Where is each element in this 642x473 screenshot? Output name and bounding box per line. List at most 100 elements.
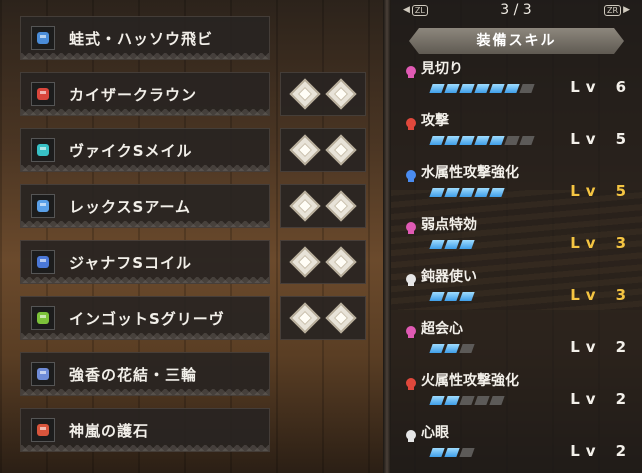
skill-icon: [403, 428, 419, 444]
skill-name: 火属性攻撃強化: [421, 373, 519, 389]
skill-row[interactable]: 水属性攻撃強化 Lv 5: [391, 158, 642, 210]
skill-icon: [403, 64, 419, 80]
gauge-segment: [519, 136, 535, 145]
level-label: Lv: [570, 338, 602, 356]
skill-icon: [403, 220, 419, 236]
gauge-segment: [444, 240, 460, 249]
decoration-slot-icon[interactable]: [325, 134, 357, 166]
skill-panel: ◀ ZL 3 / 3 ZR ▶ 装備スキル 見切り Lv 6 攻撃 Lv 5 水属性攻撃強化 Lv…: [391, 0, 642, 473]
row-pattern: [21, 445, 269, 451]
level-value: 2: [615, 390, 632, 408]
skill-row[interactable]: 火属性攻撃強化 Lv 2: [391, 366, 642, 418]
skill-level-gauge: [429, 84, 535, 93]
skill-icon: [403, 116, 419, 132]
decoration-slot-icon[interactable]: [325, 78, 357, 110]
level-label: Lv: [570, 78, 602, 96]
gauge-segment: [459, 292, 475, 301]
decoration-slot-icon[interactable]: [289, 78, 321, 110]
gauge-segment: [459, 344, 475, 353]
row-pattern: [21, 53, 269, 59]
gauge-segment: [459, 188, 475, 197]
skill-row[interactable]: 超会心 Lv 2: [391, 314, 642, 366]
leg-armor-icon: [31, 306, 55, 330]
page-indicator: ◀ ZL 3 / 3 ZR ▶: [391, 0, 642, 20]
gauge-segment: [489, 84, 505, 93]
skill-row[interactable]: 攻撃 Lv 5: [391, 106, 642, 158]
gauge-segment: [429, 344, 445, 353]
skill-row[interactable]: 鈍器使い Lv 3: [391, 262, 642, 314]
gauge-segment: [489, 136, 505, 145]
charm-icon: [31, 418, 55, 442]
page-number: 3 / 3: [500, 2, 532, 18]
waist-armor-icon: [31, 250, 55, 274]
decoration-slots[interactable]: [280, 184, 366, 228]
level-value: 2: [615, 338, 632, 356]
skill-name: 心眼: [421, 425, 449, 441]
equipment-row[interactable]: インゴットSグリーヴ: [20, 296, 270, 340]
equipment-name: ジャナフSコイル: [69, 253, 193, 272]
equipment-row[interactable]: 強香の花結・三輪: [20, 352, 270, 396]
prev-page-button[interactable]: ◀ ZL: [403, 4, 428, 16]
skill-row[interactable]: 心眼 Lv 2: [391, 418, 642, 470]
skill-level: Lv 5: [570, 182, 632, 200]
skill-name: 鈍器使い: [421, 269, 477, 285]
decoration-slots[interactable]: [280, 296, 366, 340]
gauge-segment: [519, 84, 535, 93]
level-label: Lv: [570, 442, 602, 460]
skill-name: 攻撃: [421, 113, 449, 129]
skill-level-gauge: [429, 448, 475, 457]
gauge-segment: [429, 292, 445, 301]
decoration-slot-icon[interactable]: [325, 246, 357, 278]
gauge-segment: [459, 240, 475, 249]
gauge-segment: [444, 136, 460, 145]
gauge-segment: [504, 84, 520, 93]
decoration-slots[interactable]: [280, 128, 366, 172]
level-label: Lv: [570, 234, 602, 252]
skill-icon: [403, 168, 419, 184]
skill-name: 水属性攻撃強化: [421, 165, 519, 181]
skill-level: Lv 2: [570, 338, 632, 356]
gauge-segment: [429, 84, 445, 93]
level-label: Lv: [570, 130, 602, 148]
skill-row[interactable]: 弱点特効 Lv 3: [391, 210, 642, 262]
next-page-button[interactable]: ZR ▶: [604, 4, 630, 16]
equipment-name: 強香の花結・三輪: [69, 365, 198, 384]
panel-divider: [383, 0, 391, 473]
gauge-segment: [474, 84, 490, 93]
skill-row[interactable]: 見切り Lv 6: [391, 54, 642, 106]
equipment-row[interactable]: カイザークラウン: [20, 72, 270, 116]
decoration-slots[interactable]: [280, 240, 366, 284]
equipment-row[interactable]: ヴァイクSメイル: [20, 128, 270, 172]
skill-level-gauge: [429, 136, 535, 145]
decoration-slot-icon[interactable]: [289, 302, 321, 334]
gauge-segment: [444, 448, 460, 457]
gauge-segment: [459, 84, 475, 93]
gauge-segment: [444, 84, 460, 93]
skill-icon: [403, 376, 419, 392]
decoration-slots[interactable]: [280, 72, 366, 116]
chest-armor-icon: [31, 138, 55, 162]
level-value: 6: [615, 78, 632, 96]
decoration-slot-icon[interactable]: [289, 246, 321, 278]
decoration-slot-icon[interactable]: [289, 190, 321, 222]
row-pattern: [21, 221, 269, 227]
equipment-row[interactable]: ジャナフSコイル: [20, 240, 270, 284]
equipment-row[interactable]: 蛙式・ハッソウ飛ビ: [20, 16, 270, 60]
gauge-segment: [429, 188, 445, 197]
equipment-name: 神嵐の護石: [69, 421, 150, 440]
row-pattern: [21, 333, 269, 339]
row-pattern: [21, 389, 269, 395]
equipment-name: ヴァイクSメイル: [69, 141, 193, 160]
gauge-segment: [489, 188, 505, 197]
gauge-segment: [474, 188, 490, 197]
equipment-row[interactable]: 神嵐の護石: [20, 408, 270, 452]
kinsect-icon: [31, 362, 55, 386]
decoration-slot-icon[interactable]: [325, 302, 357, 334]
equipment-row[interactable]: レックスSアーム: [20, 184, 270, 228]
skill-icon: [403, 272, 419, 288]
level-value: 3: [615, 286, 632, 304]
decoration-slot-icon[interactable]: [289, 134, 321, 166]
level-label: Lv: [570, 390, 602, 408]
decoration-slot-icon[interactable]: [325, 190, 357, 222]
skill-level: Lv 3: [570, 234, 632, 252]
